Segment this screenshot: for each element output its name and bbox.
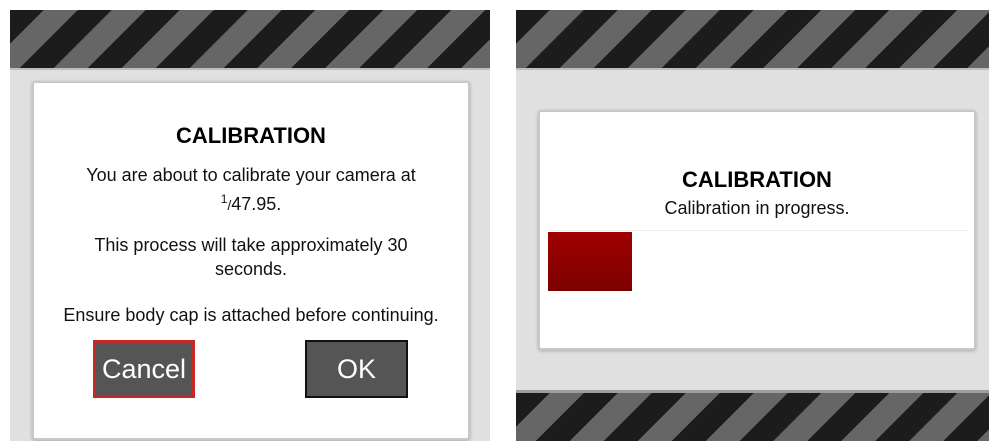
ok-button[interactable]: OK [305, 340, 408, 398]
hazard-stripe-header [516, 10, 989, 70]
hazard-stripe-header [10, 10, 490, 70]
duration-message: This process will take approximately 30 … [34, 233, 468, 281]
duration-line-2: seconds. [214, 259, 288, 279]
body-cap-warning: Ensure body cap is attached before conti… [63, 305, 439, 325]
progress-bar-fill [548, 232, 632, 291]
calibration-progress-screen: CALIBRATION Calibration in progress. [516, 10, 989, 441]
calibration-confirm-screen: CALIBRATION You are about to calibrate y… [10, 10, 490, 441]
duration-line-1: This process will take approximately 30 [94, 235, 408, 255]
progress-bar [548, 230, 968, 291]
dialog-title: CALIBRATION [682, 167, 832, 192]
calibration-progress-dialog: CALIBRATION Calibration in progress. [538, 110, 976, 350]
progress-status-text: Calibration in progress. [664, 198, 850, 218]
calibration-frame-rate-message: You are about to calibrate your camera a… [86, 165, 416, 214]
dialog-title: CALIBRATION [176, 123, 326, 148]
calibration-confirm-dialog: CALIBRATION You are about to calibrate y… [32, 81, 470, 440]
hazard-stripe-footer [516, 390, 989, 441]
frame-rate-denominator: 47.95. [231, 194, 282, 214]
message-line-1: You are about to calibrate your camera a… [86, 165, 416, 185]
cancel-button[interactable]: Cancel [93, 340, 195, 398]
